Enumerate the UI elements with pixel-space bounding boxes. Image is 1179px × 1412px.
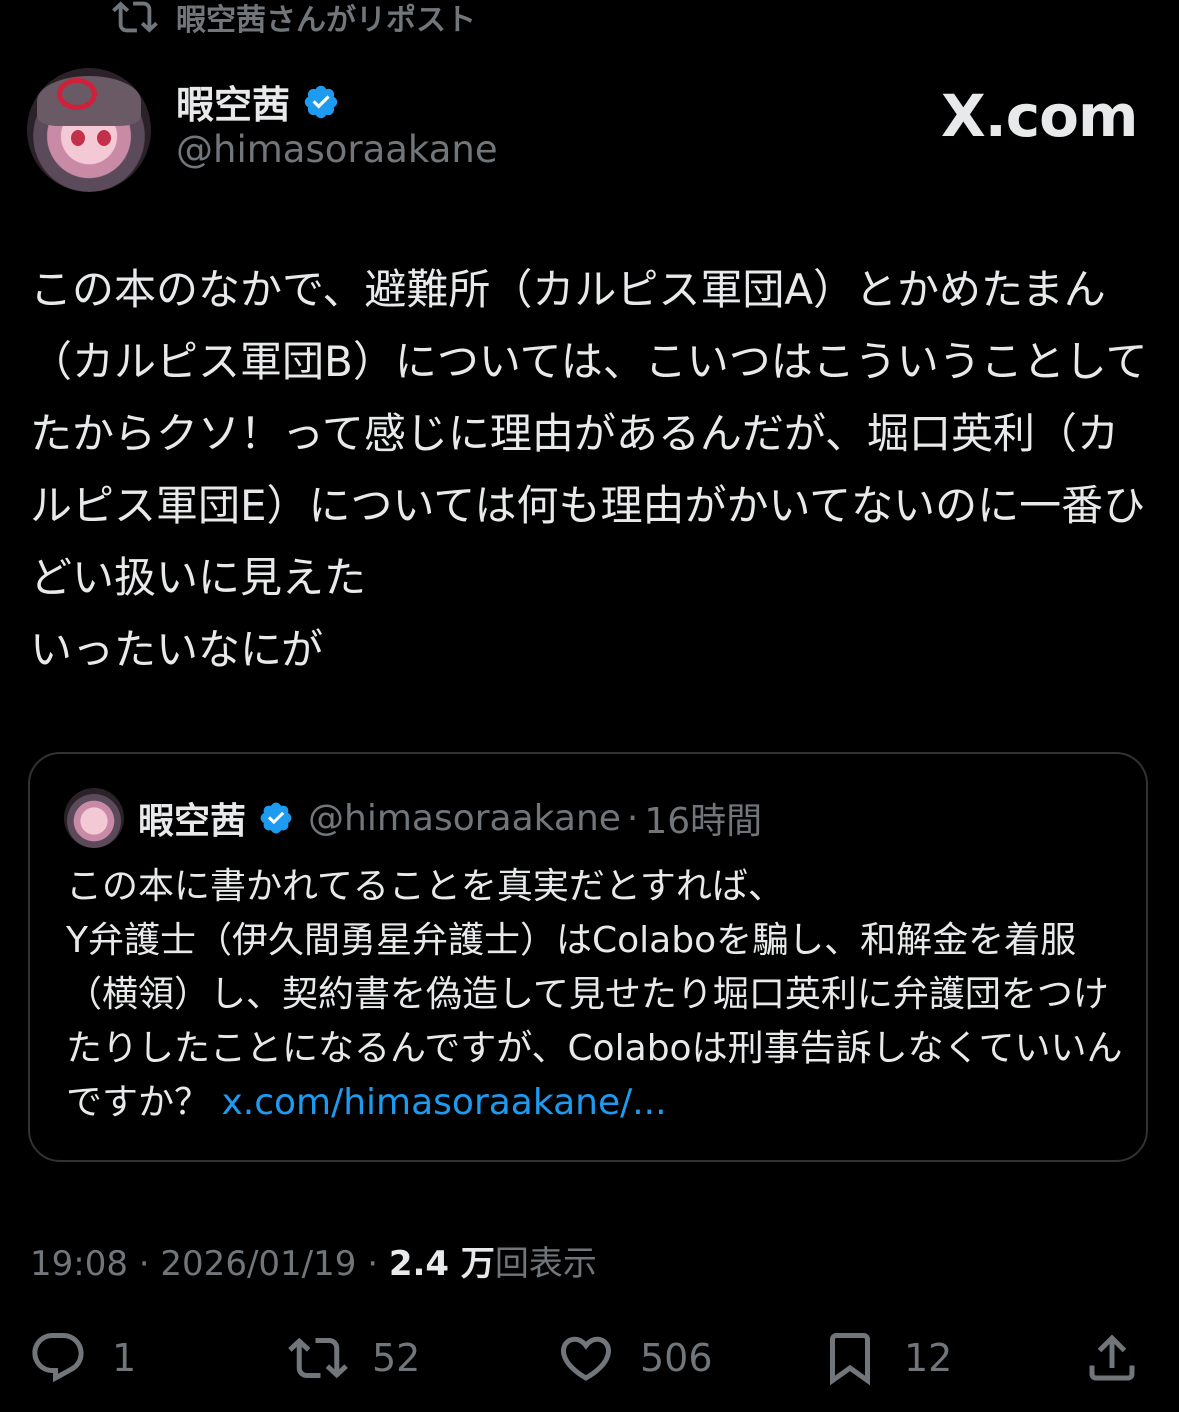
heart-icon <box>560 1336 612 1381</box>
author-handle[interactable]: @himasoraakane <box>176 128 498 171</box>
reply-icon <box>32 1333 84 1383</box>
quote-avatar[interactable] <box>64 788 124 848</box>
bookmark-count: 12 <box>904 1336 953 1380</box>
quote-time: 16時間 <box>644 801 763 842</box>
repost-button[interactable]: 52 <box>288 1322 420 1394</box>
bookmark-icon <box>830 1333 870 1386</box>
quote-header: 暇空茜 @himasoraakane · 16時間 <box>138 792 762 844</box>
views-label: 回表示 <box>494 1244 597 1284</box>
reply-button[interactable]: 1 <box>28 1322 136 1394</box>
quote-author-name: 暇空茜 <box>138 801 247 842</box>
quote-text-block: この本に書かれてることを真実だとすれば、 Y弁護士（伊久間勇星弁護士）はCola… <box>66 860 1126 1130</box>
quote-separator: · <box>626 797 639 839</box>
quoted-post[interactable]: 暇空茜 @himasoraakane · 16時間 この本に書かれてることを真実… <box>28 752 1148 1162</box>
stats-separator: · <box>356 1244 389 1284</box>
post-date[interactable]: 2026/01/19 <box>160 1244 356 1284</box>
views-count: 2.4 万 <box>388 1244 495 1284</box>
repost-header[interactable]: 暇空茜さんがリポスト <box>112 0 476 40</box>
author-name[interactable]: 暇空茜 <box>176 74 290 129</box>
author-name-row[interactable]: 暇空茜 <box>176 74 340 129</box>
reply-count: 1 <box>112 1336 137 1380</box>
repost-icon <box>288 1337 348 1379</box>
quote-link[interactable]: x.com/himasoraakane/... <box>221 1082 666 1123</box>
bookmark-button[interactable]: 12 <box>820 1322 952 1394</box>
avatar[interactable] <box>27 68 151 192</box>
repost-label: 暇空茜さんがリポスト <box>176 3 476 38</box>
repost-icon <box>112 1 158 33</box>
verified-badge-icon <box>304 85 338 118</box>
like-button[interactable]: 506 <box>556 1322 713 1394</box>
post-stats: 19:08 · 2026/01/19 · 2.4 万回表示 <box>30 1236 597 1285</box>
quote-author-handle: @himasoraakane <box>308 797 621 839</box>
repost-count: 52 <box>372 1336 421 1380</box>
share-button[interactable] <box>1082 1322 1166 1394</box>
action-bar: 1 52 506 12 <box>0 1322 1179 1394</box>
post-text: この本のなかで、避難所（カルピス軍団A）とかめたまん（カルピス軍団B）については… <box>30 265 1148 674</box>
stats-separator: · <box>127 1244 161 1284</box>
share-icon <box>1089 1334 1135 1381</box>
like-count: 506 <box>640 1336 713 1380</box>
post-time: 19:08 <box>30 1244 128 1284</box>
verified-badge-icon <box>260 802 292 834</box>
site-logo: X.com <box>941 82 1138 150</box>
